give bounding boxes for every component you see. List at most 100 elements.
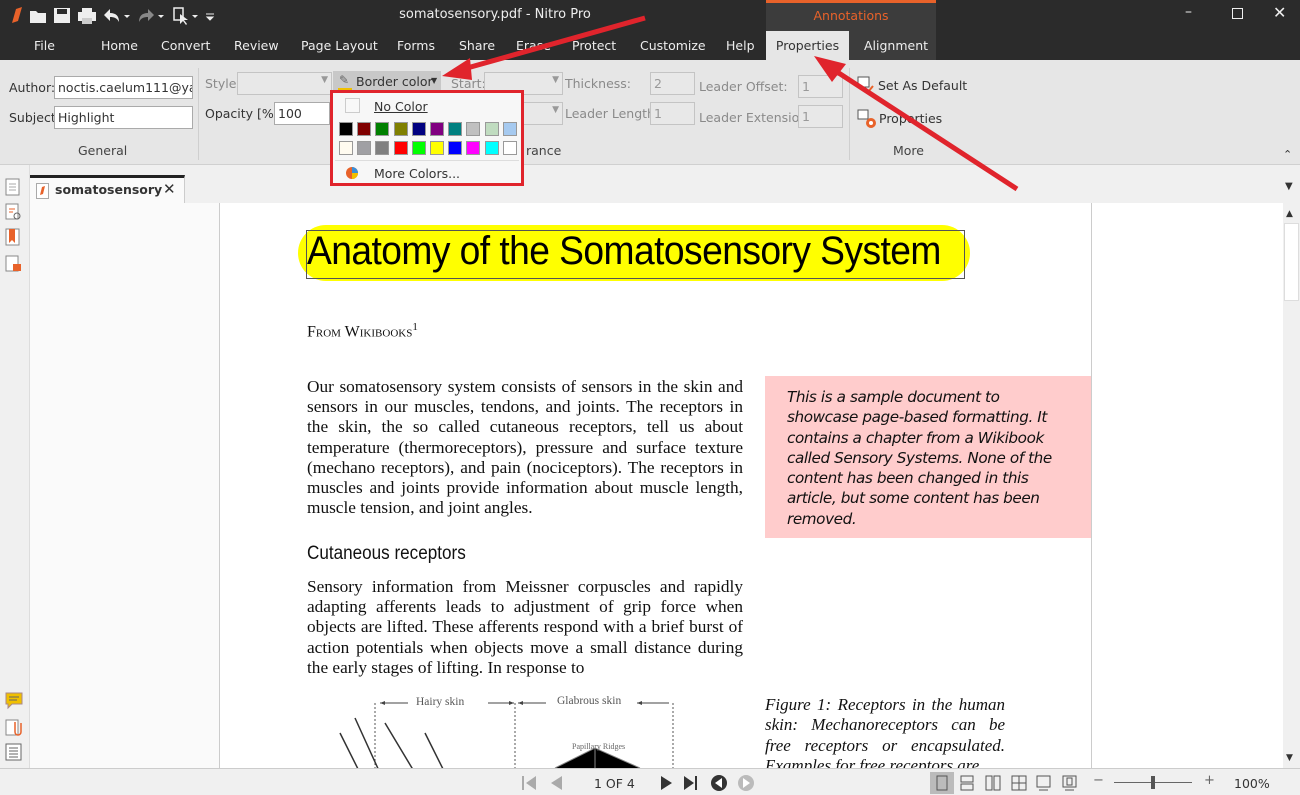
color-swatch[interactable] bbox=[357, 122, 372, 136]
color-swatch[interactable] bbox=[484, 122, 499, 136]
fit-page-button[interactable] bbox=[1036, 775, 1051, 791]
pdf-file-icon bbox=[36, 183, 49, 199]
menu-home[interactable]: Home bbox=[101, 38, 138, 53]
first-page-icon[interactable] bbox=[522, 776, 536, 790]
single-page-view-button[interactable] bbox=[930, 772, 954, 794]
next-page-icon[interactable] bbox=[661, 776, 672, 790]
properties-button[interactable]: Properties bbox=[857, 109, 942, 132]
color-swatch[interactable] bbox=[484, 141, 499, 155]
paragraph-cutaneous: Sensory information from Meissner corpus… bbox=[307, 577, 743, 677]
skin-figure bbox=[339, 701, 674, 768]
output-list-icon[interactable] bbox=[5, 743, 22, 761]
last-page-icon[interactable] bbox=[684, 776, 697, 790]
document-tab[interactable]: somatosensory ✕ bbox=[30, 175, 185, 205]
previous-page-icon[interactable] bbox=[551, 776, 562, 790]
attachments-icon[interactable] bbox=[5, 719, 22, 736]
previous-view-icon[interactable] bbox=[711, 775, 727, 791]
color-swatch[interactable] bbox=[393, 122, 408, 136]
set-default-icon bbox=[857, 76, 874, 94]
color-swatch[interactable] bbox=[339, 141, 353, 155]
minimize-button[interactable]: – bbox=[1185, 4, 1192, 20]
scrollbar-thumb[interactable] bbox=[1284, 223, 1299, 301]
set-default-label: Set As Default bbox=[878, 78, 968, 93]
leader-offset-input[interactable]: 1 bbox=[798, 75, 843, 98]
tab-alignment[interactable]: Alignment bbox=[864, 38, 928, 53]
color-swatch[interactable] bbox=[502, 141, 517, 155]
left-panel-icons bbox=[5, 178, 21, 272]
tab-list-dropdown-icon[interactable]: ▼ bbox=[1285, 181, 1293, 192]
thickness-input[interactable]: 2 bbox=[650, 72, 695, 95]
leader-offset-label: Leader Offset: bbox=[699, 79, 788, 94]
menu-share[interactable]: Share bbox=[459, 38, 495, 53]
properties-gear-icon bbox=[857, 109, 876, 128]
collapse-ribbon-icon[interactable]: ⌃ bbox=[1283, 148, 1292, 161]
bookmarks-icon[interactable] bbox=[5, 228, 20, 246]
vertical-scrollbar[interactable]: ▲ ▼ bbox=[1283, 203, 1300, 768]
menu-convert[interactable]: Convert bbox=[161, 38, 210, 53]
set-as-default-button[interactable]: Set As Default bbox=[857, 76, 967, 97]
color-swatch[interactable] bbox=[430, 141, 444, 155]
zoom-level[interactable]: 100% bbox=[1234, 776, 1270, 791]
continuous-view-button[interactable] bbox=[960, 775, 974, 791]
author-input[interactable]: noctis.caelum111@yahoo bbox=[54, 76, 193, 99]
style-dropdown[interactable]: ▼ bbox=[237, 72, 332, 95]
no-color-option[interactable]: No Color bbox=[333, 93, 521, 117]
author-label: Author: bbox=[9, 80, 56, 95]
scroll-down-icon[interactable]: ▼ bbox=[1286, 753, 1293, 763]
scroll-up-icon[interactable]: ▲ bbox=[1286, 209, 1293, 219]
leader-length-input[interactable]: 1 bbox=[650, 102, 695, 125]
menu-protect[interactable]: Protect bbox=[572, 38, 616, 53]
facing-view-button[interactable] bbox=[985, 775, 1001, 791]
page-indicator[interactable]: 1 OF 4 bbox=[594, 776, 635, 791]
more-colors-option[interactable]: More Colors... bbox=[333, 163, 521, 183]
color-swatch[interactable] bbox=[502, 122, 517, 136]
status-bar: 1 OF 4 − + 100% bbox=[0, 768, 1300, 795]
security-lock-icon[interactable] bbox=[5, 255, 21, 272]
opacity-label: Opacity [%]: bbox=[205, 106, 283, 121]
zoom-out-button[interactable]: − bbox=[1093, 773, 1104, 788]
color-swatch[interactable] bbox=[448, 141, 463, 155]
zoom-slider-thumb[interactable] bbox=[1151, 776, 1155, 789]
menu-forms[interactable]: Forms bbox=[397, 38, 435, 53]
close-button[interactable]: ✕ bbox=[1273, 3, 1286, 22]
divider bbox=[198, 68, 199, 160]
leader-extension-input[interactable]: 1 bbox=[798, 105, 843, 128]
search-document-icon[interactable] bbox=[5, 203, 21, 220]
color-wheel-icon bbox=[346, 167, 358, 179]
menu-file[interactable]: File bbox=[34, 38, 55, 53]
group-general-label: General bbox=[78, 143, 128, 158]
menu-customize[interactable]: Customize bbox=[640, 38, 706, 53]
subject-input[interactable]: Highlight bbox=[54, 106, 193, 129]
color-swatch[interactable] bbox=[375, 122, 390, 136]
end-dropdown[interactable]: ▼ bbox=[520, 102, 563, 125]
color-swatch[interactable] bbox=[430, 122, 444, 136]
source-text: From Wikibooks bbox=[307, 323, 413, 341]
pages-icon[interactable] bbox=[5, 178, 20, 196]
menu-review[interactable]: Review bbox=[234, 38, 279, 53]
menu-page-layout[interactable]: Page Layout bbox=[301, 38, 378, 53]
zoom-in-button[interactable]: + bbox=[1204, 773, 1215, 788]
tab-properties[interactable]: Properties bbox=[766, 31, 849, 60]
close-tab-icon[interactable]: ✕ bbox=[163, 180, 176, 198]
color-swatch[interactable] bbox=[339, 122, 353, 136]
leader-extension-label: Leader Extension: bbox=[699, 110, 812, 125]
color-swatch[interactable] bbox=[375, 141, 390, 155]
figure-label-hairy: Hairy skin bbox=[416, 696, 465, 708]
color-swatch[interactable] bbox=[448, 122, 463, 136]
color-swatch[interactable] bbox=[357, 141, 372, 155]
maximize-button[interactable] bbox=[1232, 8, 1243, 19]
document-source: From Wikibooks1 bbox=[307, 321, 418, 341]
color-swatch[interactable] bbox=[411, 141, 426, 155]
comments-icon[interactable] bbox=[5, 692, 23, 710]
color-swatch[interactable] bbox=[466, 141, 481, 155]
menu-help[interactable]: Help bbox=[726, 38, 755, 53]
opacity-input[interactable]: 100 bbox=[274, 102, 330, 125]
color-swatch[interactable] bbox=[393, 141, 408, 155]
more-colors-label: More Colors... bbox=[374, 166, 461, 181]
fit-width-button[interactable] bbox=[1062, 775, 1077, 791]
facing-continuous-view-button[interactable] bbox=[1011, 775, 1027, 791]
next-view-icon[interactable] bbox=[738, 775, 754, 791]
color-swatch[interactable] bbox=[466, 122, 481, 136]
color-swatch[interactable] bbox=[411, 122, 426, 136]
menu-erase[interactable]: Erase bbox=[516, 38, 551, 53]
